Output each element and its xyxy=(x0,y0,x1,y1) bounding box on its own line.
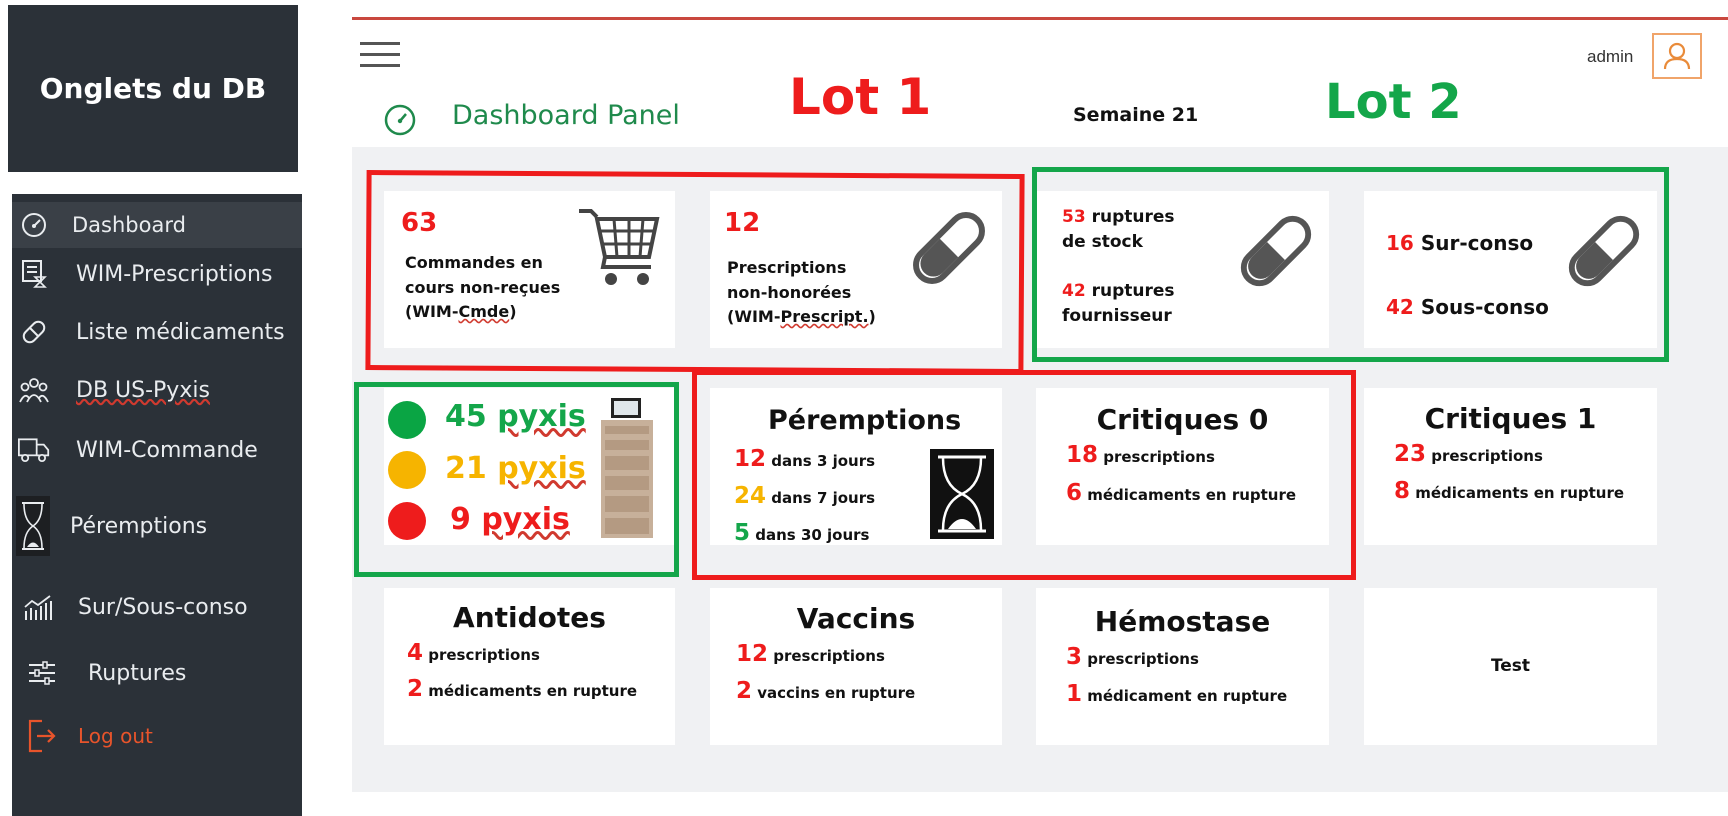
sidebar-item-dashboard[interactable]: Dashboard xyxy=(12,205,302,245)
sidebar-item-db-us-pyxis[interactable]: DB US-Pyxis xyxy=(12,370,302,410)
hamburger-bar xyxy=(360,53,400,56)
card-hemostase[interactable]: Hémostase 3 prescriptions 1 médicament e… xyxy=(1036,588,1329,745)
week-label: Semaine 21 xyxy=(1073,104,1199,126)
card-title: Hémostase xyxy=(1094,605,1271,638)
truck-icon xyxy=(18,434,50,466)
sidebar-item-label: WIM-Prescriptions xyxy=(76,261,273,287)
dashboard-clock-icon xyxy=(384,104,416,136)
card-line: 2 vaccins en rupture xyxy=(736,678,916,704)
logout-label: Log out xyxy=(78,724,153,748)
card-line: 3 prescriptions xyxy=(1066,644,1199,670)
menu-toggle-button[interactable] xyxy=(360,38,400,68)
card-title: Antidotes xyxy=(453,601,606,634)
caption-box: Onglets du DB xyxy=(8,5,298,172)
user-icon xyxy=(1663,42,1691,70)
hourglass-icon xyxy=(16,496,50,556)
logout-icon xyxy=(26,719,58,753)
logout-button[interactable]: Log out xyxy=(12,716,302,756)
lot1-frame-bottom xyxy=(692,370,1356,580)
prescription-icon xyxy=(18,258,50,290)
card-title: Critiques 1 xyxy=(1424,402,1597,435)
card-line: 12 prescriptions xyxy=(736,641,885,667)
sidebar-item-wim-prescriptions[interactable]: WIM-Prescriptions xyxy=(12,254,302,294)
sidebar-item-label: Liste médicaments xyxy=(76,319,285,345)
sliders-icon xyxy=(26,657,58,689)
sidebar-item-label: Ruptures xyxy=(88,660,187,686)
sidebar-item-ruptures[interactable]: Ruptures xyxy=(12,653,302,693)
sidebar-item-liste-medicaments[interactable]: Liste médicaments xyxy=(12,312,302,352)
sidebar-item-label: Péremptions xyxy=(70,513,208,539)
card-line: 1 médicament en rupture xyxy=(1066,681,1288,707)
hamburger-bar xyxy=(360,64,400,67)
card-line: 23 prescriptions xyxy=(1394,441,1543,467)
speedometer-icon xyxy=(18,209,50,241)
top-accent-line xyxy=(352,17,1728,20)
sidebar-item-peremptions[interactable]: Péremptions xyxy=(12,494,302,558)
users-icon xyxy=(18,374,50,406)
card-line: 2 médicaments en rupture xyxy=(407,676,638,702)
card-line: 8 médicaments en rupture xyxy=(1394,478,1625,504)
sidebar-item-label: WIM-Commande xyxy=(76,437,258,463)
lot2-frame-top xyxy=(1032,167,1669,362)
pill-icon xyxy=(18,316,50,348)
lot1-frame-top xyxy=(365,169,1025,375)
page-title: Dashboard Panel xyxy=(452,100,680,131)
sidebar-item-label: DB US-Pyxis xyxy=(76,377,210,403)
card-vaccins[interactable]: Vaccins 12 prescriptions 2 vaccins en ru… xyxy=(710,588,1002,745)
card-line: 4 prescriptions xyxy=(407,640,540,666)
sidebar-item-label: Sur/Sous-conso xyxy=(78,594,248,620)
card-test[interactable]: Test xyxy=(1364,588,1657,745)
lot2-label: Lot 2 xyxy=(1325,74,1462,130)
sidebar-item-label: Dashboard xyxy=(72,213,186,237)
hamburger-bar xyxy=(360,42,400,45)
sidebar-item-wim-commande[interactable]: WIM-Commande xyxy=(12,430,302,470)
sidebar-item-sur-sous-conso[interactable]: Sur/Sous-conso xyxy=(12,587,302,627)
chart-icon xyxy=(22,591,54,623)
caption-text: Onglets du DB xyxy=(39,72,267,105)
card-title: Vaccins xyxy=(796,602,916,635)
card-title: Test xyxy=(1490,656,1531,676)
sidebar: Dashboard WIM-Prescriptions Liste médica… xyxy=(12,194,302,816)
card-critiques-1[interactable]: Critiques 1 23 prescriptions 8 médicamen… xyxy=(1364,388,1657,545)
lot2-frame-bottom xyxy=(354,382,679,577)
card-antidotes[interactable]: Antidotes 4 prescriptions 2 médicaments … xyxy=(384,588,675,745)
user-name: admin xyxy=(1587,47,1634,66)
user-avatar-button[interactable] xyxy=(1652,33,1702,79)
lot1-label: Lot 1 xyxy=(789,68,932,126)
